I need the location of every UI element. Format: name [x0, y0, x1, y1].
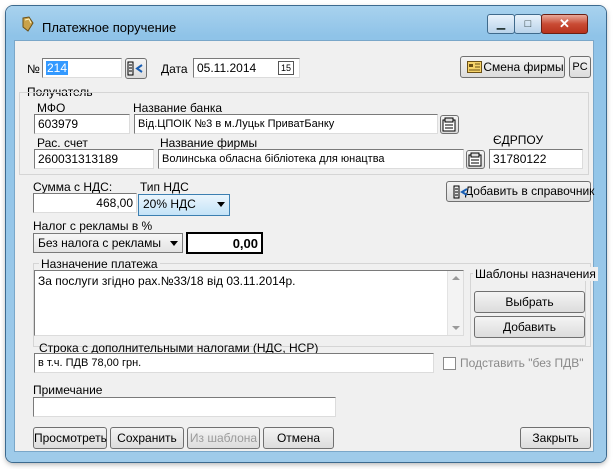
- mfo-value: 603979: [38, 117, 79, 131]
- vat-type-label: Тип НДС: [140, 180, 189, 194]
- number-value: 214: [46, 61, 69, 75]
- title-bar[interactable]: Платежное поручение ▁ □ ✕: [6, 6, 606, 40]
- ad-tax-select[interactable]: Без налога с рекламы: [33, 233, 183, 253]
- cancel-button[interactable]: Отмена: [263, 427, 334, 449]
- ad-tax-amount-value: 0,00: [232, 236, 258, 251]
- save-button[interactable]: Сохранить: [110, 427, 184, 449]
- preview-button[interactable]: Просмотреть: [33, 427, 107, 449]
- date-label: Дата: [161, 62, 188, 76]
- add-template-button[interactable]: Добавить: [474, 316, 585, 338]
- choose-template-label: Выбрать: [505, 295, 554, 309]
- pc-button[interactable]: PC: [569, 56, 591, 78]
- scroll-up-icon: [452, 276, 460, 280]
- sum-label: Сумма с НДС:: [33, 180, 113, 194]
- add-to-directory-button[interactable]: Добавить в справочник: [446, 181, 595, 202]
- close-window-button[interactable]: ✕: [541, 14, 588, 34]
- bank-name-field[interactable]: Вiд.ЦПОIК №3 в м.Луцьк ПриватБанку: [134, 114, 438, 134]
- bank-name-value: Вiд.ЦПОIК №3 в м.Луцьк ПриватБанку: [138, 118, 335, 130]
- edrpou-label: ЄДРПОУ: [493, 133, 544, 147]
- extra-taxes-field[interactable]: в т.ч. ПДВ 78,00 грн.: [34, 353, 434, 373]
- account-value: 260031313189: [38, 152, 119, 166]
- calendar-icon[interactable]: 15: [278, 61, 294, 75]
- chevron-down-icon: [170, 241, 178, 246]
- mfo-label: МФО: [37, 101, 66, 115]
- ad-tax-label: Налог с рекламы в %: [33, 219, 153, 233]
- change-firm-label: Смена фирмы: [483, 60, 564, 74]
- purpose-scrollbar[interactable]: [447, 271, 463, 335]
- firm-lookup-button[interactable]: [466, 150, 485, 169]
- number-label: №: [27, 62, 40, 76]
- account-field[interactable]: 260031313189: [34, 149, 154, 169]
- close-label: Закрыть: [532, 431, 579, 445]
- window-frame: Платежное поручение ▁ □ ✕ № 214 Дата 05.…: [6, 6, 606, 462]
- form-body: № 214 Дата 05.11.2014 15 Смена фирмы PC …: [14, 40, 598, 452]
- chevron-down-icon: [217, 202, 225, 207]
- close-button[interactable]: Закрыть: [520, 427, 591, 449]
- purpose-text: За послуги згiдно рах.№33/18 вiд 03.11.2…: [38, 274, 296, 288]
- preview-label: Просмотреть: [34, 431, 107, 445]
- add-template-label: Добавить: [502, 320, 557, 334]
- sum-field[interactable]: 468,00: [33, 193, 137, 213]
- lookup-icon: [127, 61, 143, 76]
- no-vat-label: Подставить "без ПДВ": [460, 356, 584, 370]
- scroll-down-icon: [452, 326, 460, 330]
- mfo-field[interactable]: 603979: [34, 114, 130, 134]
- vat-type-value: 20% НДС: [143, 197, 196, 211]
- edrpou-value: 31780122: [493, 152, 547, 166]
- firm-card-icon: [467, 61, 482, 73]
- add-to-directory-label: Добавить в справочник: [465, 184, 595, 198]
- cancel-label: Отмена: [276, 431, 321, 445]
- firm-name-label: Название фирмы: [160, 136, 258, 150]
- note-field[interactable]: [33, 397, 336, 417]
- add-to-directory-icon: [453, 185, 468, 199]
- note-label: Примечание: [33, 383, 103, 397]
- sum-value: 468,00: [96, 196, 133, 210]
- save-label: Сохранить: [117, 431, 177, 445]
- purpose-label: Назначение платежа: [39, 257, 160, 271]
- date-value: 05.11.2014: [197, 61, 257, 75]
- edrpou-field[interactable]: 31780122: [489, 149, 583, 169]
- purpose-text-area[interactable]: За послуги згiдно рах.№33/18 вiд 03.11.2…: [34, 270, 464, 336]
- from-template-button[interactable]: Из шаблона: [187, 427, 260, 449]
- directory-icon: [468, 152, 482, 167]
- maximize-button[interactable]: □: [514, 14, 542, 34]
- app-icon: [22, 16, 34, 32]
- vat-type-select[interactable]: 20% НДС: [138, 194, 230, 216]
- no-vat-checkbox[interactable]: [443, 357, 456, 370]
- firm-name-value: Волинська обласна бiблiотека для юнацтва: [162, 153, 385, 165]
- choose-template-button[interactable]: Выбрать: [474, 291, 585, 313]
- templates-label: Шаблоны назначения: [473, 267, 598, 281]
- bank-name-label: Название банка: [133, 101, 223, 115]
- number-lookup-button[interactable]: [125, 58, 147, 79]
- change-firm-button[interactable]: Смена фирмы: [460, 56, 565, 78]
- from-template-label: Из шаблона: [189, 431, 258, 445]
- pc-label: PC: [572, 61, 588, 73]
- minimize-button[interactable]: ▁: [487, 14, 515, 34]
- calendar-day: 15: [280, 63, 291, 73]
- window-title: Платежное поручение: [42, 20, 177, 35]
- extra-taxes-value: в т.ч. ПДВ 78,00 грн.: [38, 357, 142, 369]
- ad-tax-value: Без налога с рекламы: [38, 236, 161, 250]
- bank-lookup-button[interactable]: [440, 115, 459, 134]
- account-label: Рас. счет: [37, 136, 88, 150]
- number-field[interactable]: 214: [42, 58, 122, 78]
- ad-tax-amount-field[interactable]: 0,00: [186, 232, 263, 254]
- firm-name-field[interactable]: Волинська обласна бiблiотека для юнацтва: [158, 149, 464, 169]
- directory-icon: [442, 117, 456, 132]
